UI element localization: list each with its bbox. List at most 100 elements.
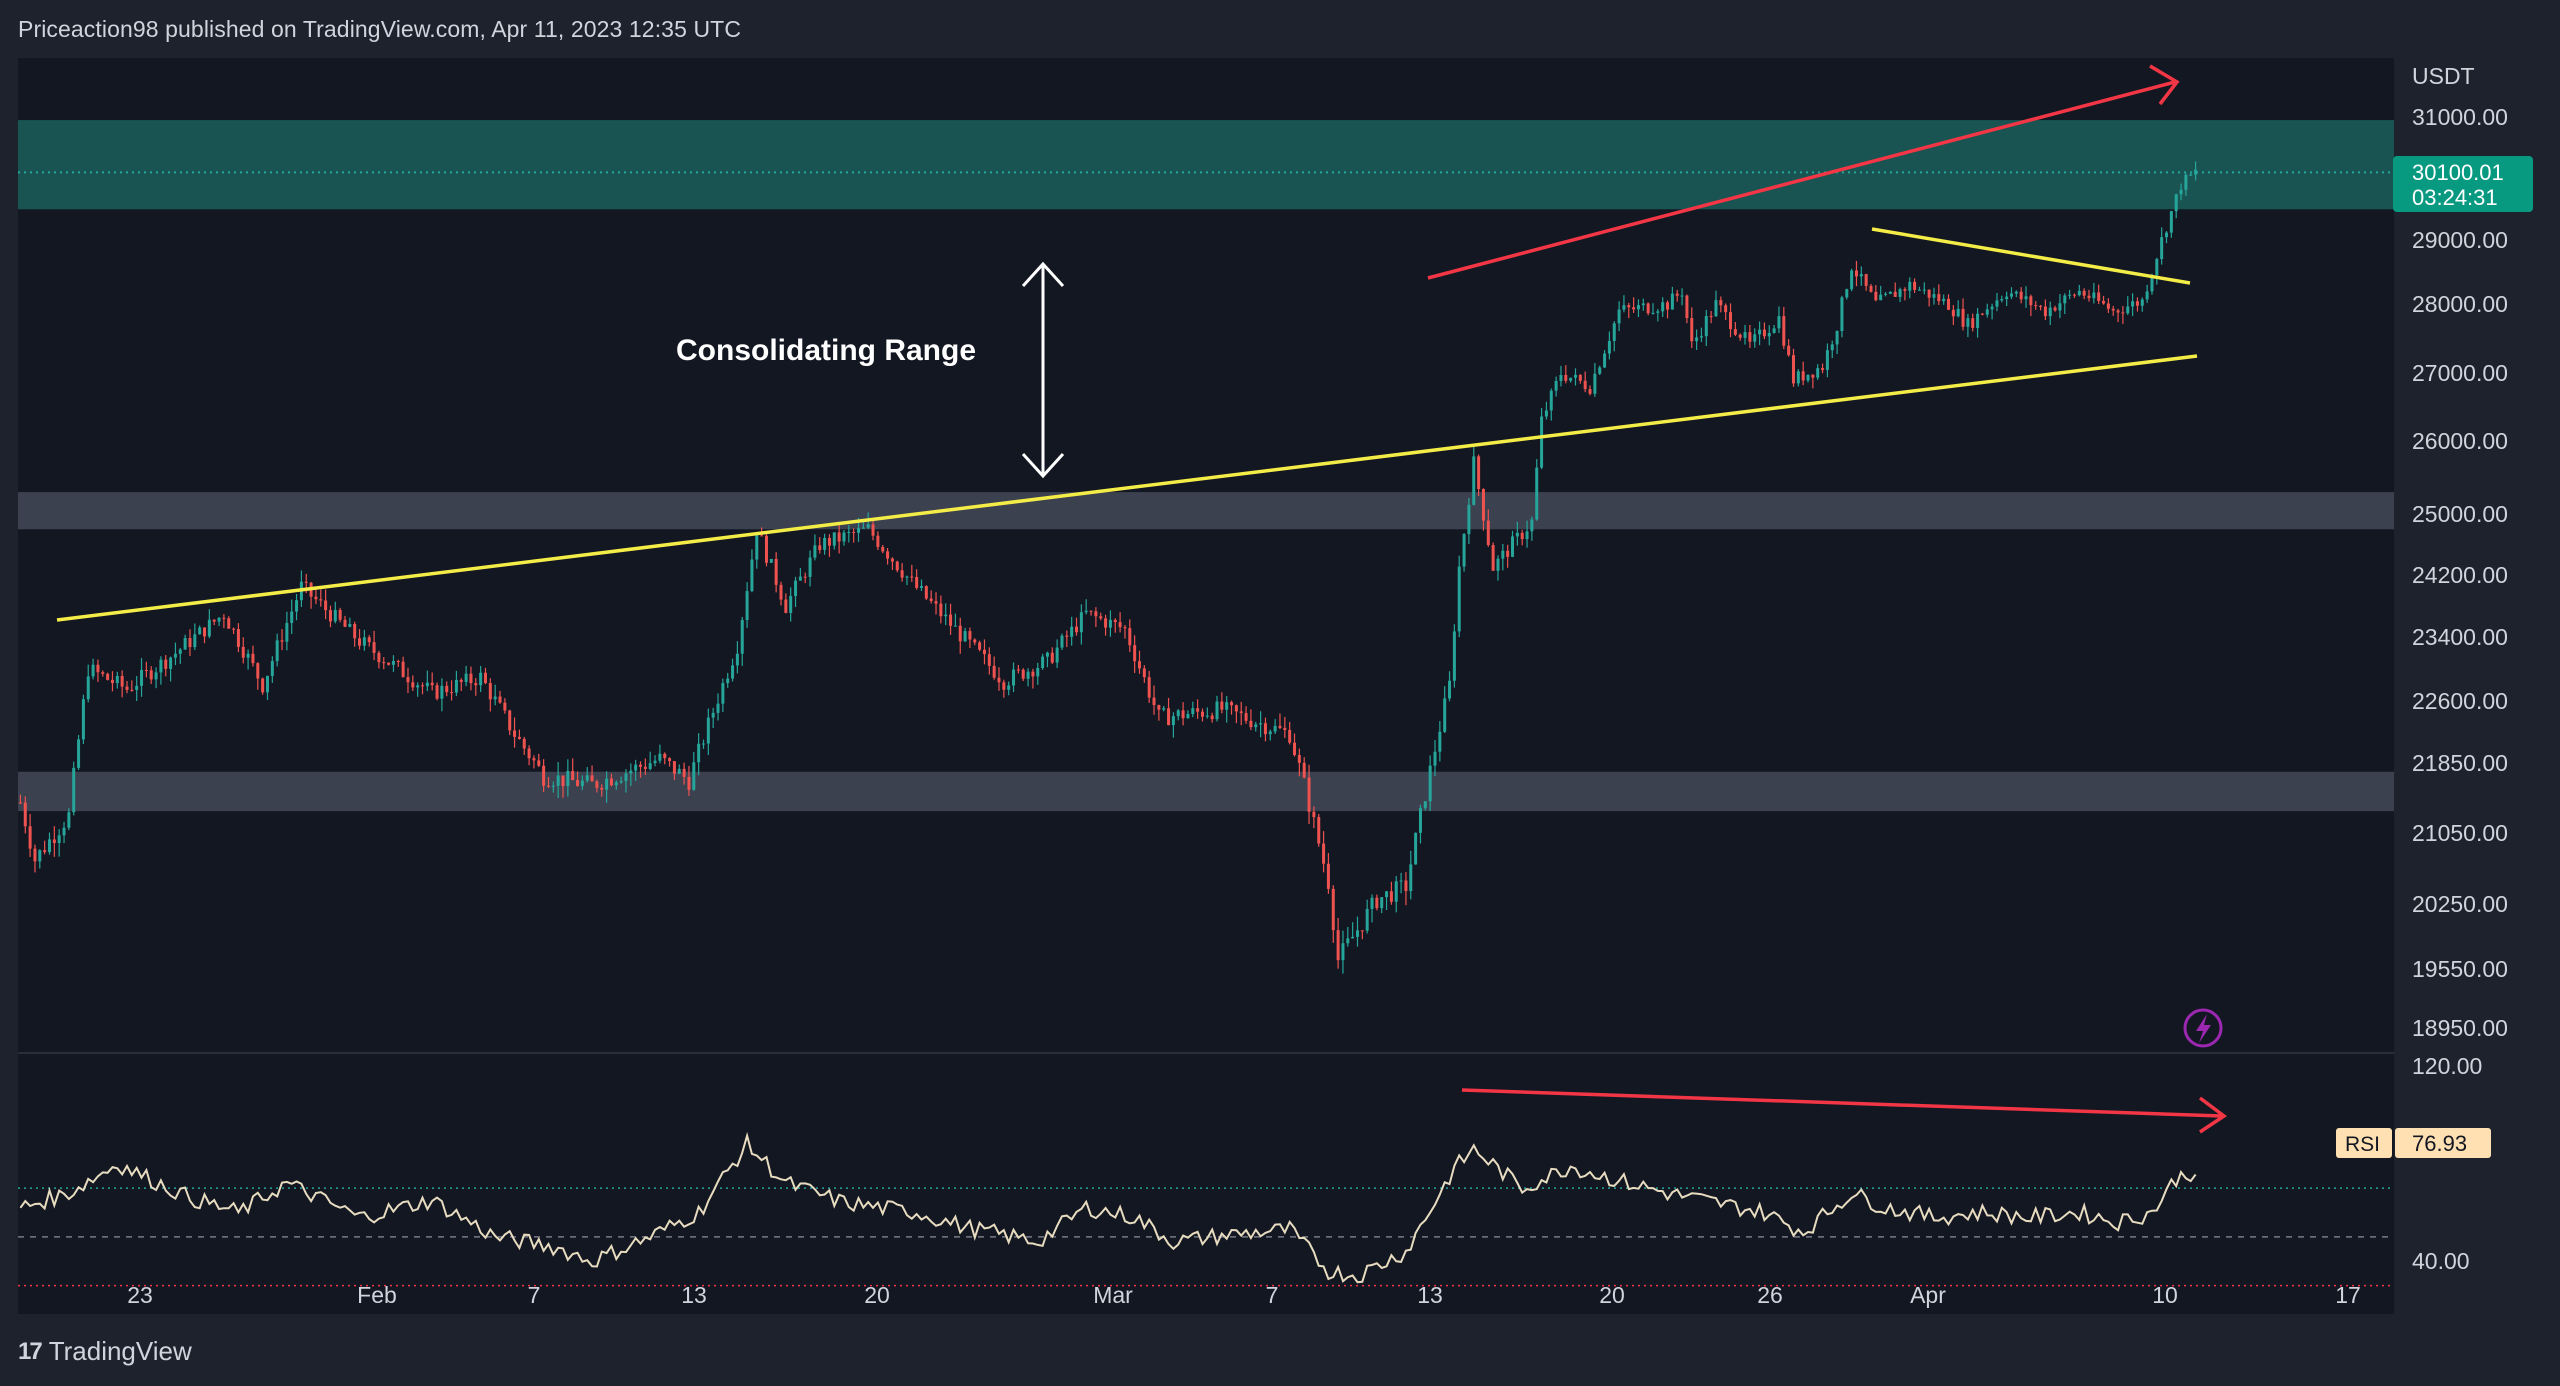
candle-body [1050,652,1054,663]
price-tick-label: 26000.00 [2412,428,2508,454]
candle-body [1283,727,1287,730]
candle-body [1452,631,1456,681]
rsi-axis[interactable]: 120.00 40.00 [2412,1053,2482,1274]
candle-body [1675,293,1679,296]
price-axis[interactable]: 31000.00 29000.00 28000.00 27000.00 26000.00… [2412,104,2508,1041]
candle-body [1661,302,1665,312]
candle-body [81,699,85,740]
candle-body [1084,610,1088,613]
candle-body [609,778,613,786]
candle-body [1026,671,1030,679]
candle-body [140,669,144,686]
candle-body [193,634,197,648]
candle-body [847,531,851,533]
candle-body [1980,313,1984,315]
candle-body [270,661,274,676]
candle-body [164,659,168,669]
candle-body [1399,880,1403,882]
candle-body [1389,891,1393,902]
candle-body [86,676,90,700]
candle-body [1908,281,1912,291]
candle-body [1607,340,1611,354]
last-price-badge: 30100.01 03:24:31 [2393,156,2533,212]
candle-body [1762,329,1766,337]
candle-body [1917,289,1921,291]
candle-body [1806,374,1810,381]
candle-body [2165,232,2169,238]
candle-body [619,781,623,783]
candle-body [372,642,376,653]
candle-body [290,611,294,623]
candle-body [1108,619,1112,628]
tradingview-brand[interactable]: 17 TradingView [18,1336,192,1367]
candle-body [1225,702,1229,710]
candle-body [813,545,817,558]
candle-body [450,692,454,694]
candle-body [1869,285,1873,292]
candle-body [2072,294,2076,296]
candle-body [47,839,51,853]
candle-body [546,785,550,787]
price-tick-label: 24200.00 [2412,562,2508,588]
candle-body [1297,754,1301,763]
candle-body [261,678,265,693]
candle-body [1486,520,1490,545]
candle-body [188,638,192,648]
candle-body [919,586,923,588]
candle-body [52,839,56,844]
candle-body [1152,697,1156,706]
candle-body [1656,311,1660,313]
candle-body [701,743,705,745]
candle-body [571,770,575,781]
candle-body [1704,316,1708,337]
candle-body [207,619,211,637]
candle-body [2077,290,2081,296]
candle-body [1724,305,1728,313]
candle-body [1913,281,1917,290]
candle-body [750,559,754,592]
candle-body [135,685,139,691]
candle-body [1641,303,1645,306]
candle-body [1438,731,1442,752]
candle-body [1772,328,1776,333]
candle-body [173,653,177,658]
time-tick-label: 7 [528,1282,541,1308]
candle-body [2009,293,2013,297]
candle-body [517,736,521,739]
price-chart[interactable]: Consolidating Range USDT 31000.00 29000.0… [0,0,2560,1386]
candle-body [1525,531,1529,540]
candle-body [566,770,570,787]
candle-body [1627,305,1631,308]
candle-body [585,775,589,781]
candle-body [1433,751,1437,766]
candle-body [1593,373,1597,394]
candle-body [1094,611,1098,617]
candle-body [1254,724,1258,728]
candle-body [2184,174,2188,190]
candle-body [2029,296,2033,306]
candle-body [421,685,425,687]
candle-body [203,627,207,637]
candle-body [624,773,628,782]
bar-countdown: 03:24:31 [2412,185,2498,210]
candle-body [387,662,391,665]
candle-body [362,637,366,646]
candle-body [1588,389,1592,394]
candle-body [1409,864,1413,892]
candle-body [1322,843,1326,864]
candle-body [735,653,739,666]
candle-body [1951,309,1955,317]
candle-body [1448,680,1452,699]
candle-body [144,669,148,671]
candle-body [246,653,250,658]
candle-body [1825,350,1829,370]
candle-body [454,679,458,693]
candle-body [1816,368,1820,378]
candle-body [1714,300,1718,317]
candle-body [1709,316,1713,318]
candle-body [115,675,119,684]
candle-body [808,557,812,577]
candle-body [1045,652,1049,657]
candle-body [929,598,933,602]
candle-body [2053,307,2057,311]
